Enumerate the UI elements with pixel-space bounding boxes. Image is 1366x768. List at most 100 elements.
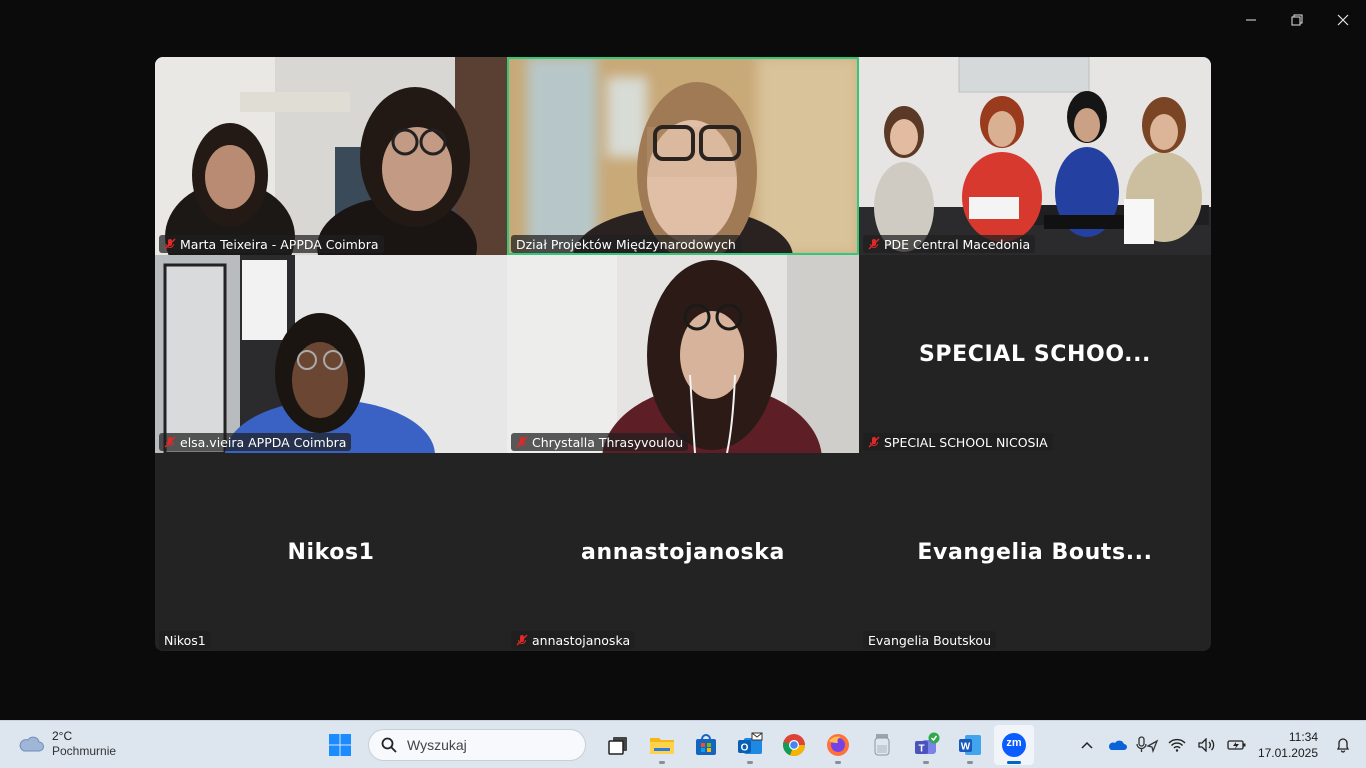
windows-icon (329, 734, 351, 756)
video-feed (507, 57, 859, 255)
svg-text:O: O (741, 743, 749, 754)
mic-muted-icon (164, 238, 176, 250)
store-button[interactable] (686, 725, 726, 765)
mic-muted-icon (516, 634, 528, 646)
notifications-button[interactable] (1328, 725, 1358, 765)
system-tray: 11:34 17.01.2025 (1072, 721, 1366, 768)
running-indicator (967, 761, 973, 764)
volume-icon (1198, 738, 1215, 752)
word-button[interactable]: W (950, 725, 990, 765)
task-view-icon (608, 737, 627, 755)
participant-placeholder-name: SPECIAL SCHOO... (918, 341, 1152, 367)
participant-name-tag: Evangelia Boutskou (863, 631, 997, 649)
cloud-icon (19, 736, 44, 752)
running-indicator (659, 761, 665, 764)
participant-name: SPECIAL SCHOOL NICOSIA (884, 434, 1048, 450)
participant-placeholder-name: Evangelia Bouts... (917, 539, 1153, 565)
chevron-up-icon (1081, 741, 1093, 749)
task-view-button[interactable] (598, 725, 638, 765)
teams-button[interactable]: T (906, 725, 946, 765)
mic-location-icon (1136, 736, 1159, 754)
participant-name: Chrystalla Thrasyvoulou (532, 434, 684, 450)
outlook-icon: O (738, 732, 763, 754)
video-feed (155, 57, 507, 255)
video-gallery: Marta Teixeira - APPDA Coimbra Dział Pro… (155, 57, 1211, 651)
participant-tile[interactable]: Marta Teixeira - APPDA Coimbra (155, 57, 507, 255)
participant-tile[interactable]: PDE Central Macedonia (859, 57, 1211, 255)
taskbar: 2°C Pochmurnie Wyszukaj O T W zm 11:34 1… (0, 720, 1366, 768)
weather-condition: Pochmurnie (52, 744, 117, 758)
participant-name-tag: Nikos1 (159, 631, 211, 649)
search-placeholder: Wyszukaj (407, 737, 467, 753)
participant-name-tag: annastojanoska (511, 631, 636, 649)
search-box[interactable]: Wyszukaj (368, 729, 586, 761)
running-indicator (747, 761, 753, 764)
zoom-icon-label: zm (1006, 737, 1022, 749)
chrome-icon (783, 734, 806, 757)
folder-icon (650, 738, 674, 754)
store-icon (696, 734, 716, 755)
running-indicator (835, 761, 841, 764)
onedrive-button[interactable] (1102, 725, 1132, 765)
mic-muted-icon (516, 436, 528, 448)
onedrive-icon (1108, 740, 1127, 750)
chrome-button[interactable] (774, 725, 814, 765)
mic-muted-icon (868, 436, 880, 448)
wifi-button[interactable] (1162, 725, 1192, 765)
mic-location-button[interactable] (1132, 725, 1162, 765)
participant-name-tag: Chrystalla Thrasyvoulou (511, 433, 689, 451)
battery-button[interactable] (1222, 725, 1252, 765)
participant-name: Dział Projektów Międzynarodowych (516, 236, 736, 252)
bell-icon (1336, 738, 1350, 753)
participant-name-tag: Dział Projektów Międzynarodowych (511, 235, 741, 253)
show-hidden-icons-button[interactable] (1072, 725, 1102, 765)
participant-name: elsa.vieira APPDA Coimbra (180, 434, 347, 450)
participant-tile[interactable]: Chrystalla Thrasyvoulou (507, 255, 859, 453)
participant-name-tag: Marta Teixeira - APPDA Coimbra (159, 235, 384, 253)
participant-tile[interactable]: elsa.vieira APPDA Coimbra (155, 255, 507, 453)
participant-name: Nikos1 (164, 632, 206, 648)
clock-date: 17.01.2025 (1257, 746, 1318, 760)
weather-temperature: 2°C (52, 729, 73, 743)
teams-icon: T (915, 732, 940, 755)
participant-name: Evangelia Boutskou (868, 632, 992, 648)
minimize-button[interactable] (1228, 0, 1274, 40)
participant-tile-active-speaker[interactable]: Dział Projektów Międzynarodowych (507, 57, 859, 255)
mic-muted-icon (868, 238, 880, 250)
jar-icon (874, 734, 890, 756)
participant-tile[interactable]: Evangelia Bouts... Evangelia Boutskou (859, 453, 1211, 651)
firefox-button[interactable] (818, 725, 858, 765)
restore-icon (1291, 14, 1303, 26)
minimize-icon (1246, 19, 1256, 21)
jar-app-button[interactable] (862, 725, 902, 765)
participant-name-tag: PDE Central Macedonia (863, 235, 1036, 253)
word-icon: W (959, 735, 981, 755)
participant-placeholder-name: annastojanoska (581, 539, 785, 565)
participant-name: Marta Teixeira - APPDA Coimbra (180, 236, 379, 252)
zoom-button[interactable]: zm (994, 725, 1034, 765)
participant-tile[interactable]: Nikos1 Nikos1 (155, 453, 507, 651)
participant-name: annastojanoska (532, 632, 631, 648)
battery-icon (1227, 740, 1246, 750)
restore-button[interactable] (1274, 0, 1320, 40)
participant-tile[interactable]: annastojanoska annastojanoska (507, 453, 859, 651)
close-button[interactable] (1320, 0, 1366, 40)
running-indicator (923, 761, 929, 764)
svg-text:T: T (918, 744, 924, 755)
clock-time: 11:34 (1288, 730, 1318, 744)
outlook-button[interactable]: O (730, 725, 770, 765)
svg-text:W: W (961, 742, 971, 753)
mic-muted-icon (164, 436, 176, 448)
file-explorer-button[interactable] (642, 725, 682, 765)
taskbar-apps: Wyszukaj O T W zm (320, 725, 1034, 765)
clock[interactable]: 11:34 17.01.2025 (1252, 729, 1328, 761)
firefox-icon (827, 734, 849, 756)
running-indicator (1007, 761, 1021, 764)
participant-tile[interactable]: SPECIAL SCHOO... SPECIAL SCHOOL NICOSIA (859, 255, 1211, 453)
participant-placeholder-name: Nikos1 (287, 539, 375, 565)
start-button[interactable] (320, 725, 360, 765)
window-controls (1228, 0, 1366, 40)
search-icon (381, 737, 397, 753)
volume-button[interactable] (1192, 725, 1222, 765)
weather-widget[interactable]: 2°C Pochmurnie (18, 729, 116, 759)
